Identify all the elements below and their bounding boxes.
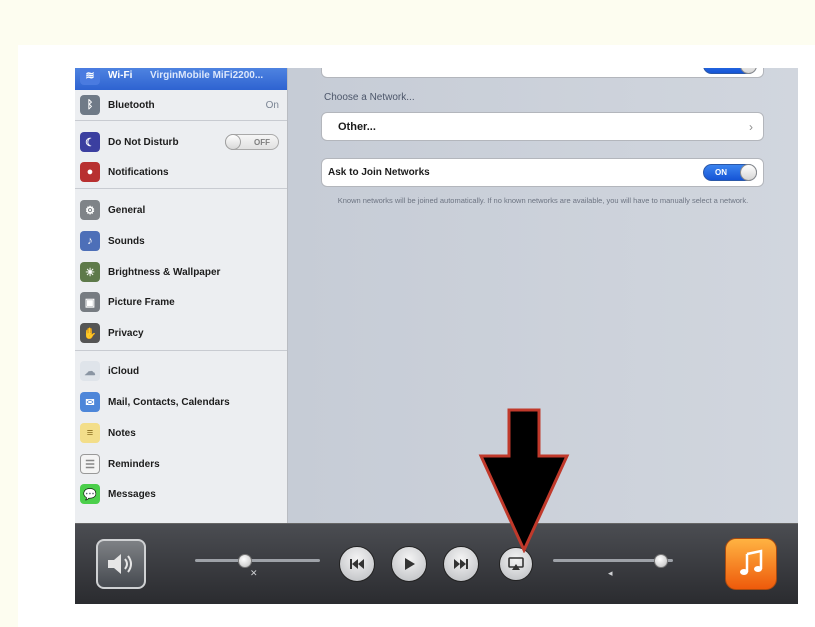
notes-icon: ≡ xyxy=(80,423,100,443)
toggle-knob xyxy=(740,68,757,74)
sidebar-item-brightness-wallpaper[interactable]: ☀ Brightness & Wallpaper xyxy=(75,257,287,287)
play-button[interactable] xyxy=(391,546,427,582)
sidebar-item-mail-contacts-calendars[interactable]: ✉ Mail, Contacts, Calendars xyxy=(75,387,287,417)
do-not-disturb-toggle[interactable]: OFF xyxy=(225,134,279,150)
bluetooth-icon: ᛒ xyxy=(80,95,100,115)
ask-to-join-footnote: Known networks will be joined automatica… xyxy=(337,196,749,205)
mail-icon: ✉ xyxy=(80,392,100,412)
music-app-button[interactable] xyxy=(725,538,777,590)
sidebar-item-icloud[interactable]: ☁ iCloud xyxy=(75,356,287,386)
rewind-icon xyxy=(350,559,364,569)
airplay-icon xyxy=(508,557,524,570)
shuffle-icon: ✕ xyxy=(250,568,258,578)
chevron-right-icon: › xyxy=(749,119,753,134)
settings-sidebar: ≋ Wi-Fi VirginMobile MiFi2200... ᛒ Bluet… xyxy=(75,68,288,523)
sidebar-item-label: Reminders xyxy=(108,458,160,470)
messages-icon: 💬 xyxy=(80,484,100,504)
sidebar-item-picture-frame[interactable]: ▣ Picture Frame xyxy=(75,287,287,317)
gear-icon: ⚙ xyxy=(80,200,100,220)
bluetooth-status: On xyxy=(265,99,279,111)
sidebar-item-label: Notes xyxy=(108,427,136,439)
music-note-icon xyxy=(740,549,763,575)
sidebar-item-notifications[interactable]: ● Notifications xyxy=(75,157,287,187)
toggle-state: ON xyxy=(715,168,727,177)
sidebar-item-label: General xyxy=(108,204,146,216)
sidebar-item-label: Sounds xyxy=(108,235,145,247)
speaker-icon xyxy=(108,554,132,574)
other-network-label: Other... xyxy=(338,120,376,133)
sidebar-item-label: Brightness & Wallpaper xyxy=(108,266,221,278)
sidebar-item-label: Notifications xyxy=(108,166,169,178)
mute-speaker-button[interactable] xyxy=(96,539,146,589)
divider xyxy=(75,188,287,189)
sidebar-item-label: Privacy xyxy=(108,327,144,339)
sidebar-item-privacy[interactable]: ✋ Privacy xyxy=(75,318,287,348)
toggle-knob xyxy=(225,134,241,150)
other-network-row[interactable]: Other... › xyxy=(321,112,764,141)
toggle-knob xyxy=(740,164,757,181)
sidebar-item-label: Do Not Disturb xyxy=(108,136,179,148)
sidebar-item-general[interactable]: ⚙ General xyxy=(75,195,287,225)
notifications-icon: ● xyxy=(80,162,100,182)
sidebar-item-notes[interactable]: ≡ Notes xyxy=(75,418,287,448)
previous-track-button[interactable] xyxy=(339,546,375,582)
wifi-top-card xyxy=(321,68,764,78)
ipad-settings-screen: ≋ Wi-Fi VirginMobile MiFi2200... ᛒ Bluet… xyxy=(75,68,798,604)
moon-icon: ☾ xyxy=(80,132,100,152)
choose-network-header: Choose a Network... xyxy=(324,92,415,103)
volume-slider-thumb[interactable] xyxy=(654,554,668,568)
sidebar-item-reminders[interactable]: ☰ Reminders xyxy=(75,449,287,479)
divider xyxy=(75,350,287,351)
divider xyxy=(75,120,287,121)
reminders-icon: ☰ xyxy=(80,454,100,474)
speaker-icon: ♪ xyxy=(80,231,100,251)
hand-icon: ✋ xyxy=(80,323,100,343)
sun-icon: ☀ xyxy=(80,262,100,282)
sidebar-item-messages[interactable]: 💬 Messages xyxy=(75,479,287,509)
wifi-icon: ≋ xyxy=(80,68,100,85)
sidebar-item-do-not-disturb[interactable]: ☾ Do Not Disturb OFF xyxy=(75,127,287,157)
sidebar-item-sounds[interactable]: ♪ Sounds xyxy=(75,226,287,256)
wifi-toggle[interactable] xyxy=(703,68,757,74)
playback-scrubber-track[interactable] xyxy=(195,559,320,562)
picture-frame-icon: ▣ xyxy=(80,292,100,312)
volume-low-icon: ◂ xyxy=(608,568,613,578)
toggle-state: OFF xyxy=(254,137,270,147)
sidebar-item-wifi[interactable]: ≋ Wi-Fi VirginMobile MiFi2200... xyxy=(75,68,287,90)
ask-to-join-label: Ask to Join Networks xyxy=(328,167,430,178)
sidebar-item-label: Mail, Contacts, Calendars xyxy=(108,396,230,408)
wifi-network-name: VirginMobile MiFi2200... xyxy=(150,69,264,81)
ask-to-join-toggle[interactable]: ON xyxy=(703,164,757,181)
down-arrow-annotation-icon xyxy=(478,408,570,553)
sidebar-item-label: Bluetooth xyxy=(108,99,155,111)
sidebar-item-label: Messages xyxy=(108,488,156,500)
media-control-bar: ✕ ◂ xyxy=(75,523,798,604)
playback-scrubber-thumb[interactable] xyxy=(238,554,252,568)
ask-to-join-row: Ask to Join Networks ON xyxy=(321,158,764,187)
fast-forward-icon xyxy=(454,559,468,569)
cloud-icon: ☁ xyxy=(80,361,100,381)
sidebar-item-label: Picture Frame xyxy=(108,296,175,308)
play-icon xyxy=(405,558,415,570)
next-track-button[interactable] xyxy=(443,546,479,582)
sidebar-item-bluetooth[interactable]: ᛒ Bluetooth On xyxy=(75,90,287,120)
sidebar-item-label: iCloud xyxy=(108,365,140,377)
sidebar-item-label: Wi-Fi xyxy=(108,69,133,81)
